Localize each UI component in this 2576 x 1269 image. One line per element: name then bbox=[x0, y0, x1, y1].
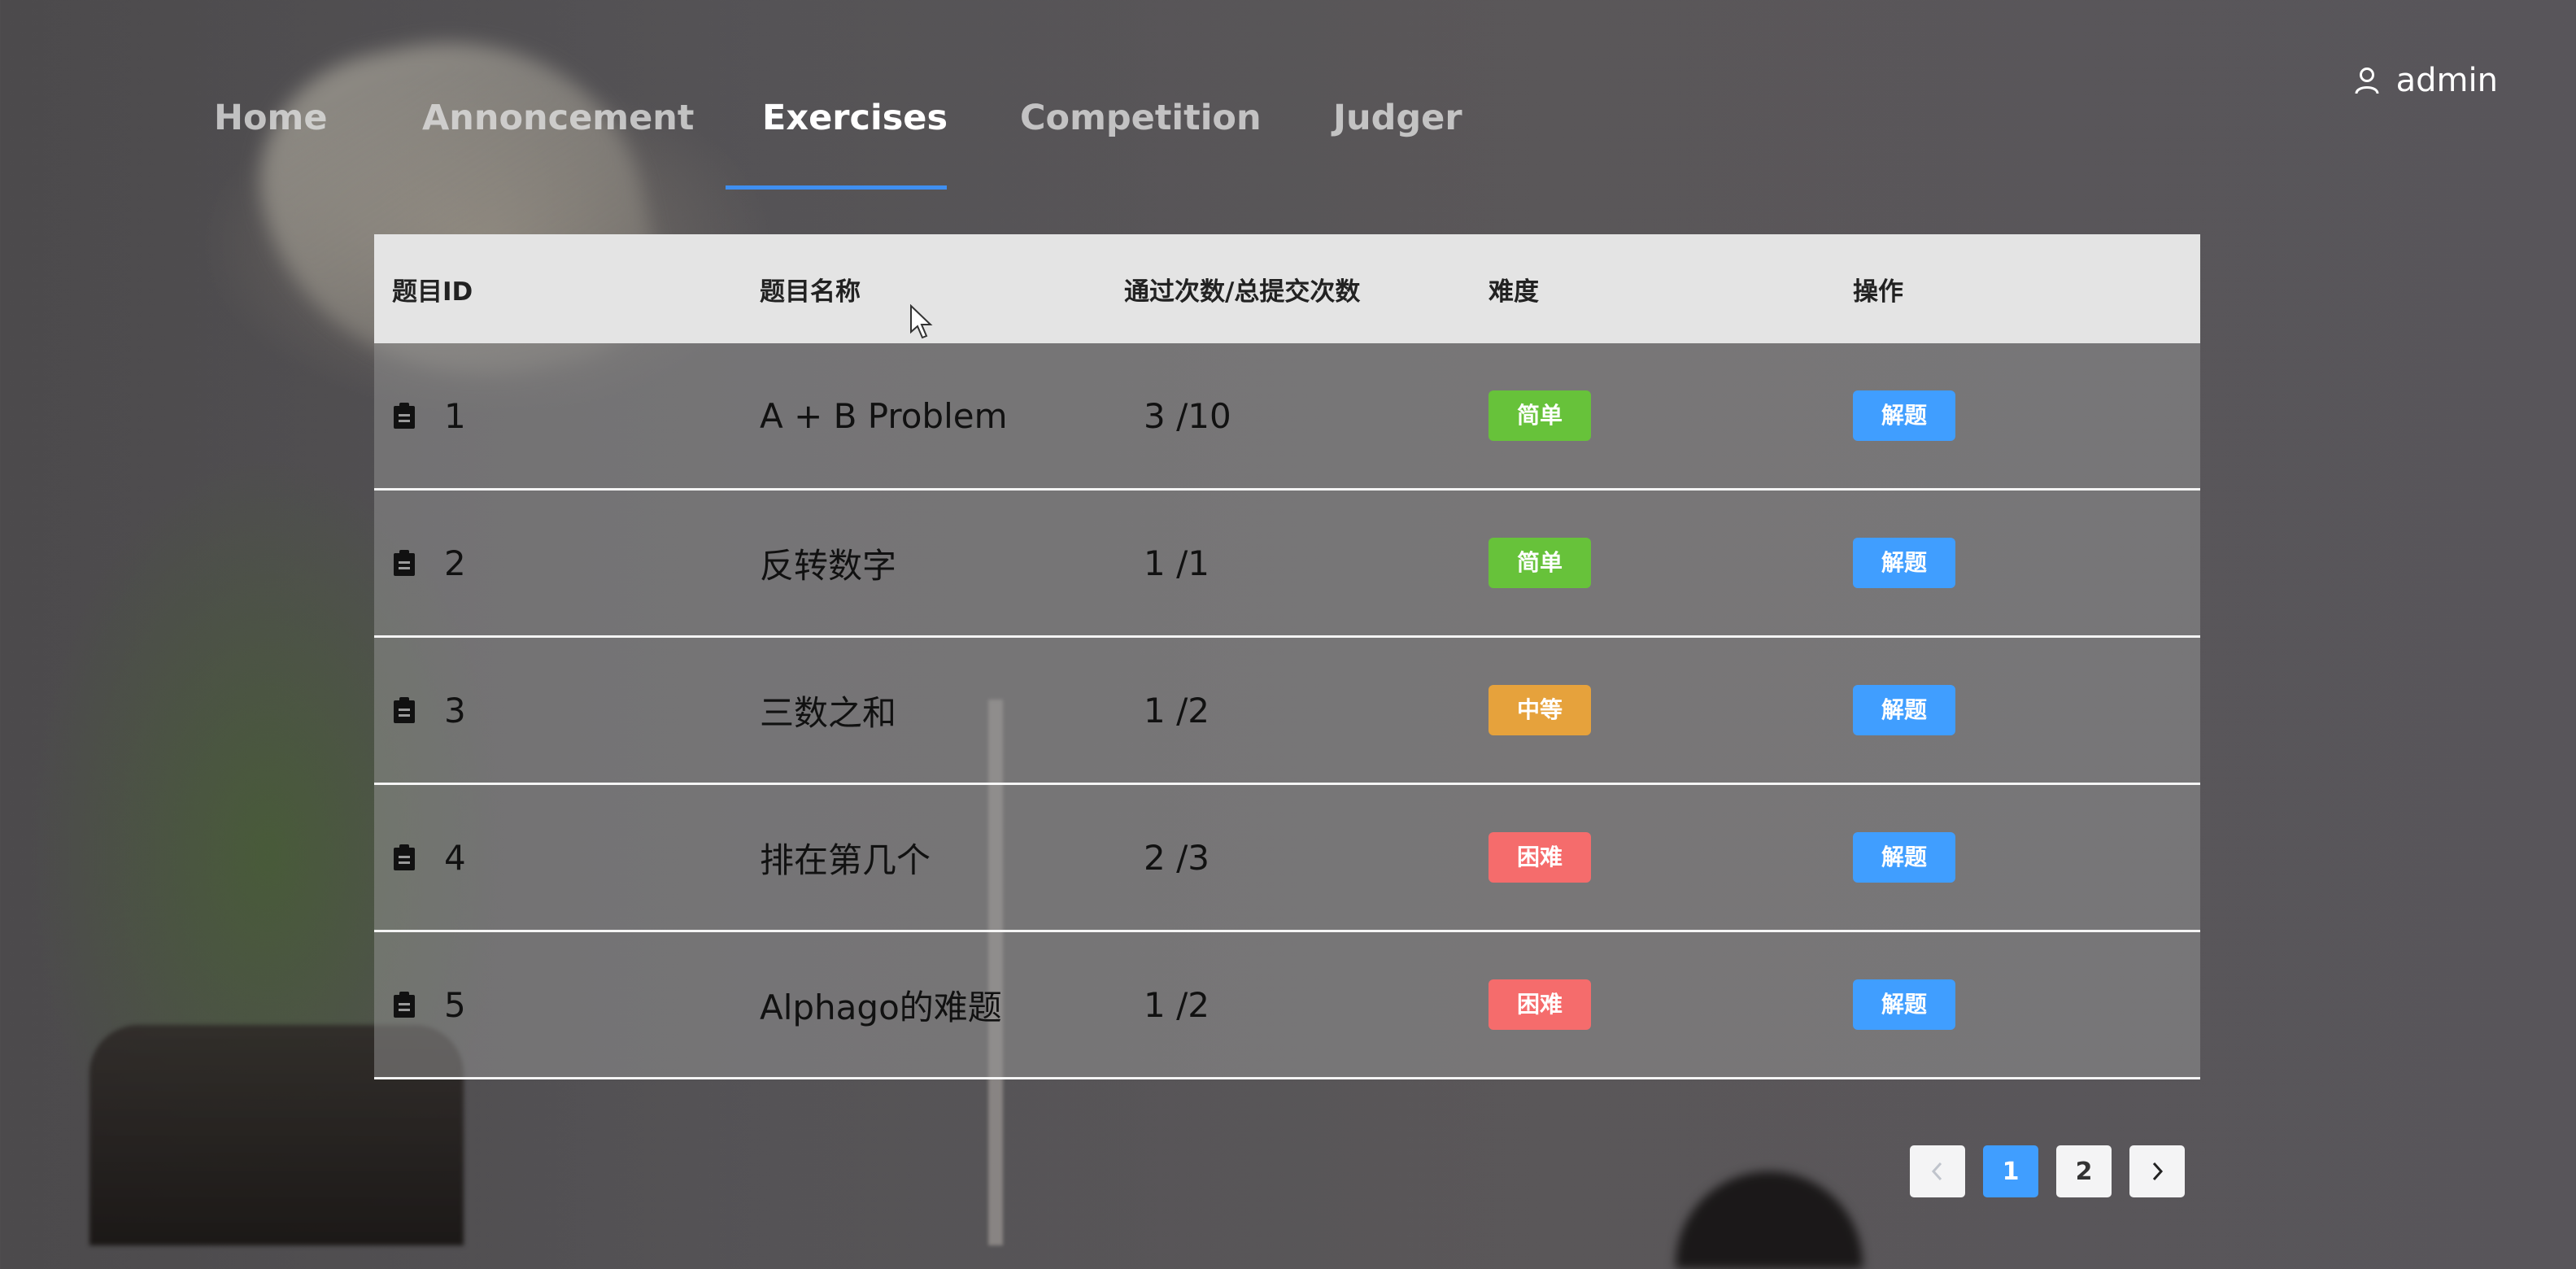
pass-rate: 1 /2 bbox=[1144, 690, 1210, 730]
difficulty-badge: 中等 bbox=[1489, 685, 1591, 735]
difficulty-cell: 简单 bbox=[1489, 390, 1591, 441]
problem-id-cell: 3 bbox=[392, 691, 466, 730]
table-row[interactable]: 4 排在第几个 2 /3 困难 解题 bbox=[374, 785, 2200, 932]
top-nav: Home Annoncement Exercises Competition J… bbox=[0, 0, 2576, 195]
problem-name[interactable]: 反转数字 bbox=[760, 539, 896, 588]
header-action: 操作 bbox=[1853, 277, 1903, 307]
chevron-left-icon bbox=[1931, 1162, 1942, 1181]
problem-id-cell: 5 bbox=[392, 985, 466, 1025]
problem-name[interactable]: 排在第几个 bbox=[760, 833, 931, 883]
page-1-button[interactable]: 1 bbox=[1983, 1145, 2038, 1197]
table-row[interactable]: 3 三数之和 1 /2 中等 解题 bbox=[374, 638, 2200, 785]
problem-id: 4 bbox=[444, 837, 466, 878]
problem-id: 5 bbox=[444, 984, 466, 1025]
pass-rate: 2 /3 bbox=[1144, 837, 1210, 878]
pass-rate: 1 /2 bbox=[1144, 984, 1210, 1025]
table-row[interactable]: 2 反转数字 1 /1 简单 解题 bbox=[374, 491, 2200, 638]
action-cell: 解题 bbox=[1853, 685, 1955, 735]
difficulty-badge: 简单 bbox=[1489, 390, 1591, 441]
solve-button[interactable]: 解题 bbox=[1853, 979, 1955, 1030]
nav-exercises[interactable]: Exercises bbox=[762, 98, 948, 138]
nav-competition[interactable]: Competition bbox=[1020, 98, 1262, 138]
problem-table: 题目ID 题目名称 通过次数/总提交次数 难度 操作 1 A + B Probl… bbox=[374, 234, 2200, 1079]
difficulty-cell: 简单 bbox=[1489, 538, 1591, 588]
clipboard-icon bbox=[394, 844, 415, 870]
clipboard-icon bbox=[394, 403, 415, 429]
active-tab-indicator bbox=[726, 185, 947, 190]
solve-button[interactable]: 解题 bbox=[1853, 538, 1955, 588]
clipboard-icon bbox=[394, 550, 415, 576]
header-difficulty: 难度 bbox=[1489, 277, 1539, 307]
solve-button[interactable]: 解题 bbox=[1853, 685, 1955, 735]
problem-id-cell: 4 bbox=[392, 838, 466, 878]
solve-button[interactable]: 解题 bbox=[1853, 390, 1955, 441]
nav-home[interactable]: Home bbox=[214, 98, 328, 138]
user-icon bbox=[2355, 68, 2379, 94]
page-2-button[interactable]: 2 bbox=[2056, 1145, 2112, 1197]
action-cell: 解题 bbox=[1853, 832, 1955, 883]
problem-id-cell: 2 bbox=[392, 543, 466, 583]
clipboard-icon bbox=[394, 697, 415, 723]
user-name: admin bbox=[2395, 62, 2498, 99]
problem-name[interactable]: A + B Problem bbox=[760, 396, 1008, 436]
action-cell: 解题 bbox=[1853, 390, 1955, 441]
chevron-right-icon bbox=[2152, 1162, 2164, 1181]
action-cell: 解题 bbox=[1853, 538, 1955, 588]
difficulty-cell: 困难 bbox=[1489, 832, 1591, 883]
problem-name[interactable]: Alphago的难题 bbox=[760, 980, 1002, 1030]
action-cell: 解题 bbox=[1853, 979, 1955, 1030]
user-menu[interactable]: admin bbox=[2354, 62, 2498, 99]
clipboard-icon bbox=[394, 992, 415, 1018]
table-row[interactable]: 5 Alphago的难题 1 /2 困难 解题 bbox=[374, 932, 2200, 1079]
difficulty-badge: 困难 bbox=[1489, 832, 1591, 883]
difficulty-cell: 中等 bbox=[1489, 685, 1591, 735]
problem-id: 2 bbox=[444, 543, 466, 583]
background-object bbox=[1676, 1171, 1863, 1269]
prev-page-button[interactable] bbox=[1910, 1145, 1965, 1197]
problem-id-cell: 1 bbox=[392, 396, 466, 436]
problem-name[interactable]: 三数之和 bbox=[760, 686, 896, 735]
header-id: 题目ID bbox=[392, 277, 473, 307]
header-name: 题目名称 bbox=[760, 277, 861, 307]
problem-id: 3 bbox=[444, 690, 466, 730]
table-header: 题目ID 题目名称 通过次数/总提交次数 难度 操作 bbox=[374, 234, 2200, 343]
difficulty-badge: 简单 bbox=[1489, 538, 1591, 588]
mouse-cursor-icon bbox=[910, 304, 933, 339]
nav-announcement[interactable]: Annoncement bbox=[422, 98, 694, 138]
nav-judger[interactable]: Judger bbox=[1333, 98, 1462, 138]
difficulty-badge: 困难 bbox=[1489, 979, 1591, 1030]
header-pass-rate: 通过次数/总提交次数 bbox=[1124, 277, 1361, 307]
solve-button[interactable]: 解题 bbox=[1853, 832, 1955, 883]
pass-rate: 3 /10 bbox=[1144, 395, 1231, 436]
next-page-button[interactable] bbox=[2129, 1145, 2185, 1197]
problem-id: 1 bbox=[444, 395, 466, 436]
difficulty-cell: 困难 bbox=[1489, 979, 1591, 1030]
pass-rate: 1 /1 bbox=[1144, 543, 1210, 583]
table-row[interactable]: 1 A + B Problem 3 /10 简单 解题 bbox=[374, 343, 2200, 491]
